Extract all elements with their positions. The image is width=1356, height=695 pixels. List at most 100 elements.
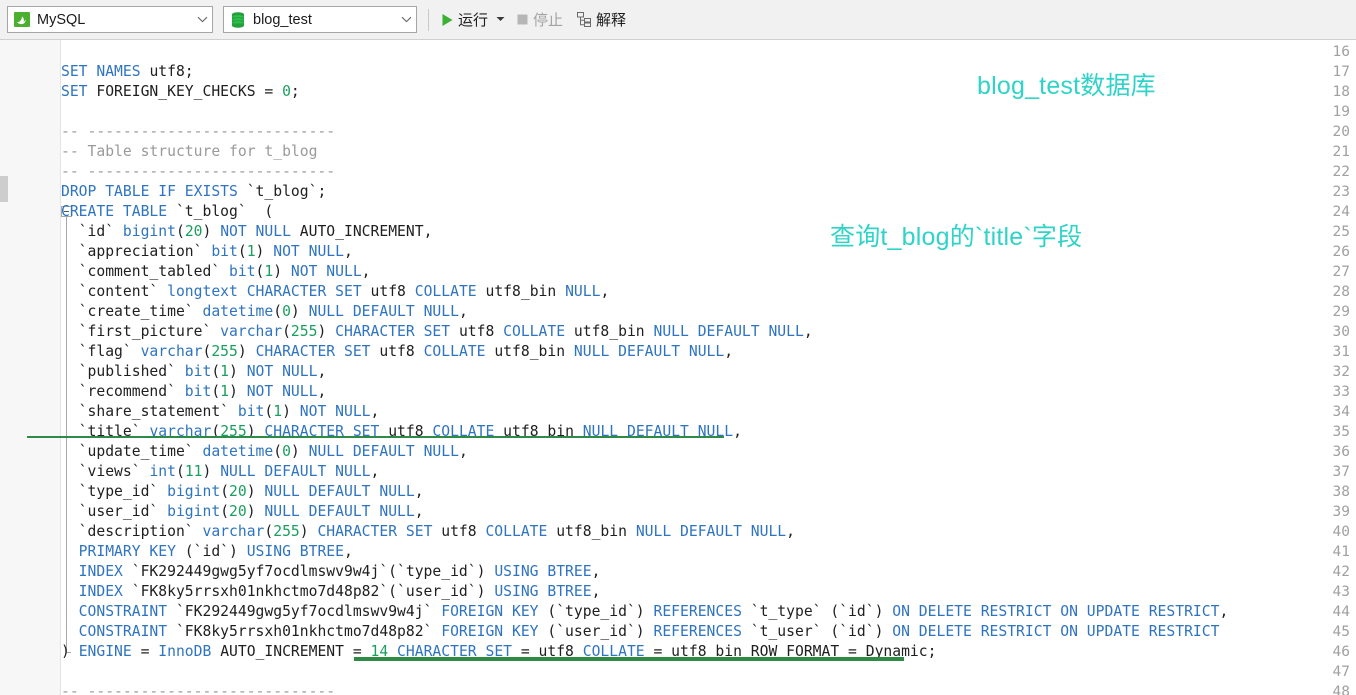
code-line[interactable]: `first_picture` varchar(255) CHARACTER S… bbox=[61, 322, 813, 342]
code-token: DROP TABLE IF EXISTS bbox=[61, 183, 247, 200]
code-token: ENGINE bbox=[78, 643, 141, 660]
code-token: 20 bbox=[184, 223, 203, 240]
code-token: 255 bbox=[211, 343, 238, 360]
code-editor[interactable]: 16 17 18 19 20 21 22 23 24 25 26 27 28 29 30 31 32 33 34 35… bbox=[0, 40, 1356, 695]
code-line[interactable]: CONSTRAINT `FK292449gwg5yf7ocdlmswv9w4j`… bbox=[61, 602, 1229, 622]
code-token: ( bbox=[273, 443, 283, 460]
code-token: `FK292449gwg5yf7ocdlmswv9w4j`(`type_id`) bbox=[131, 563, 495, 580]
database-select[interactable]: blog_test bbox=[223, 6, 417, 33]
code-line[interactable]: -- Table structure for t_blog bbox=[61, 142, 317, 162]
code-line[interactable]: CONSTRAINT `FK8ky5rrsxh01nkhctmo7d48p82`… bbox=[61, 622, 1220, 642]
code-line[interactable]: INDEX `FK8ky5rrsxh01nkhctmo7d48p82`(`use… bbox=[61, 582, 601, 602]
run-button[interactable]: 运行 bbox=[438, 6, 491, 34]
code-token: `flag` bbox=[61, 343, 141, 360]
annotation-database: blog_test数据库 bbox=[977, 72, 1156, 100]
code-line[interactable]: `share_statement` bit(1) NOT NULL, bbox=[61, 402, 380, 422]
code-token: 11 bbox=[184, 463, 203, 480]
code-token: `appreciation` bbox=[61, 243, 212, 260]
code-line[interactable]: `title` varchar(255) CHARACTER SET utf8 … bbox=[61, 422, 742, 442]
code-line[interactable]: `recommend` bit(1) NOT NULL, bbox=[61, 382, 327, 402]
code-line[interactable]: `comment_tabled` bit(1) NOT NULL, bbox=[61, 262, 371, 282]
chevron-down-icon[interactable] bbox=[192, 16, 212, 23]
code-line[interactable]: SET FOREIGN_KEY_CHECKS = 0; bbox=[61, 82, 300, 102]
code-token: `t_type` (`id`) bbox=[750, 603, 893, 620]
code-token: -- Table structure for t_blog bbox=[61, 143, 318, 160]
code-line[interactable]: `views` int(11) NULL DEFAULT NULL, bbox=[61, 462, 380, 482]
code-token: CONSTRAINT bbox=[61, 623, 176, 640]
code-token: `first_picture` bbox=[61, 323, 221, 340]
code-line[interactable]: PRIMARY KEY (`id`) USING BTREE, bbox=[61, 542, 353, 562]
code-token: `t_blog` ( bbox=[175, 203, 274, 220]
connection-select[interactable]: MySQL bbox=[7, 6, 213, 33]
code-token: bit bbox=[211, 243, 238, 260]
code-token: ( bbox=[264, 403, 274, 420]
code-token: NOT NULL bbox=[246, 383, 318, 400]
code-token: utf8 bbox=[458, 323, 504, 340]
code-token: ) bbox=[290, 443, 309, 460]
code-token: NOT NULL bbox=[220, 223, 300, 240]
code-token: , bbox=[343, 243, 353, 260]
code-token: 1 bbox=[264, 263, 274, 280]
chevron-down-icon[interactable] bbox=[396, 16, 416, 23]
code-token: InnoDB bbox=[158, 643, 221, 660]
code-token: `id` bbox=[61, 223, 123, 240]
code-line[interactable]: `appreciation` bit(1) NOT NULL, bbox=[61, 242, 353, 262]
code-token: CHARACTER SET bbox=[255, 343, 380, 360]
code-token: `user_id` bbox=[61, 503, 168, 520]
code-token: NULL DEFAULT NULL bbox=[573, 343, 725, 360]
code-token: bit bbox=[184, 383, 212, 400]
code-token: , bbox=[458, 303, 468, 320]
code-token: ON DELETE RESTRICT ON UPDATE RESTRICT bbox=[892, 603, 1220, 620]
code-token: COLLATE bbox=[485, 523, 557, 540]
code-line[interactable]: CREATE TABLE `t_blog` ( bbox=[61, 202, 273, 222]
code-token: 20 bbox=[229, 483, 247, 500]
code-token: AUTO_INCREMENT = bbox=[220, 643, 371, 660]
code-token: bit bbox=[229, 263, 256, 280]
code-line[interactable]: DROP TABLE IF EXISTS `t_blog`; bbox=[61, 182, 326, 202]
explain-button-label: 解释 bbox=[596, 12, 627, 29]
scrollbar-thumb[interactable] bbox=[0, 176, 8, 202]
stop-button[interactable]: 停止 bbox=[513, 6, 566, 34]
code-line[interactable]: `id` bigint(20) NOT NULL AUTO_INCREMENT, bbox=[61, 222, 433, 242]
code-token: varchar bbox=[220, 323, 283, 340]
code-line[interactable]: INDEX `FK292449gwg5yf7ocdlmswv9w4j`(`typ… bbox=[61, 562, 601, 582]
code-token: CONSTRAINT bbox=[61, 603, 176, 620]
code-token: utf8; bbox=[149, 63, 194, 80]
code-token: NULL DEFAULT NULL bbox=[653, 323, 804, 340]
toolbar: MySQL blog_test 运行 停止 解释 bbox=[0, 0, 1356, 40]
code-token: ( bbox=[220, 483, 230, 500]
code-line[interactable]: `published` bit(1) NOT NULL, bbox=[61, 362, 327, 382]
code-token: ( bbox=[211, 383, 221, 400]
run-button-label: 运行 bbox=[458, 12, 489, 29]
code-token: `published` bbox=[61, 363, 185, 380]
run-dropdown-caret-icon[interactable] bbox=[496, 15, 505, 24]
code-line[interactable]: `create_time` datetime(0) NULL DEFAULT N… bbox=[61, 302, 468, 322]
code-token: (`type_id`) bbox=[547, 603, 654, 620]
code-token: utf8_bin bbox=[556, 523, 636, 540]
code-line[interactable]: `update_time` datetime(0) NULL DEFAULT N… bbox=[61, 442, 468, 462]
code-token: `share_statement` bbox=[61, 403, 238, 420]
code-line[interactable]: `flag` varchar(255) CHARACTER SET utf8 C… bbox=[61, 342, 733, 362]
code-token: utf8 bbox=[379, 343, 424, 360]
code-line[interactable]: `content` longtext CHARACTER SET utf8 CO… bbox=[61, 282, 610, 302]
code-token: 255 bbox=[290, 323, 318, 340]
code-content[interactable]: SET NAMES utf8; SET FOREIGN_KEY_CHECKS = … bbox=[61, 40, 1356, 695]
code-token: AUTO_INCREMENT, bbox=[299, 223, 433, 240]
explain-button[interactable]: 解释 bbox=[574, 6, 629, 34]
code-token: REFERENCES bbox=[653, 603, 751, 620]
code-token: , bbox=[1219, 603, 1229, 620]
code-token: bit bbox=[237, 403, 265, 420]
code-token: NULL DEFAULT NULL bbox=[308, 443, 459, 460]
code-line[interactable]: -- ---------------------------- bbox=[61, 682, 335, 695]
database-label: blog_test bbox=[253, 11, 312, 28]
code-token: 1 bbox=[220, 383, 230, 400]
code-line[interactable]: `user_id` bigint(20) NULL DEFAULT NULL, bbox=[61, 502, 424, 522]
code-line[interactable]: SET NAMES utf8; bbox=[61, 62, 194, 82]
code-line[interactable]: -- ---------------------------- bbox=[61, 122, 335, 142]
code-line[interactable]: -- ---------------------------- bbox=[61, 162, 335, 182]
code-line[interactable]: `type_id` bigint(20) NULL DEFAULT NULL, bbox=[61, 482, 424, 502]
code-token: ( bbox=[237, 243, 247, 260]
code-token: varchar bbox=[202, 523, 265, 540]
code-line[interactable]: `description` varchar(255) CHARACTER SET… bbox=[61, 522, 795, 542]
code-token: USING BTREE bbox=[494, 563, 592, 580]
